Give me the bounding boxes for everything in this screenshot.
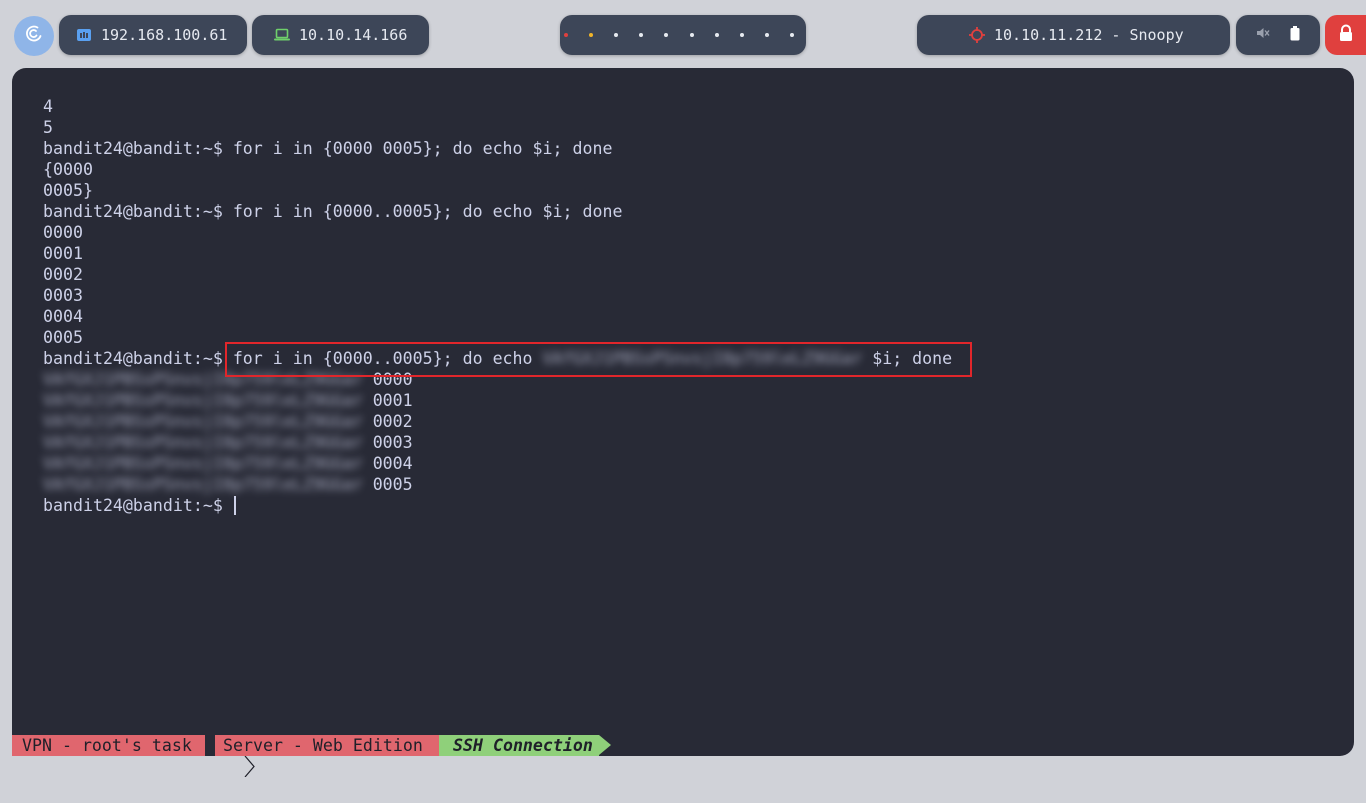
output-text: 0005} xyxy=(43,181,93,200)
target-label: 10.10.11.212 - Snoopy xyxy=(994,26,1184,44)
lock-icon xyxy=(1338,24,1354,46)
system-tray xyxy=(1236,15,1320,55)
highlight-box xyxy=(225,342,972,377)
terminal-output: 4 5 bandit24@bandit:~$ for i in {0000 0005… xyxy=(43,96,1334,516)
terminal-line: 0003 xyxy=(43,285,1334,306)
command-text: for i in {0000 0005}; do echo $i; done xyxy=(222,139,613,158)
output-text: 0003 xyxy=(362,433,413,452)
output-text: {0000 xyxy=(43,160,93,179)
terminal-line: VAfGXJ1PBSsPSnvsjI8p759leLZ9GGar 0002 xyxy=(43,411,1334,432)
ethernet-ip-widget[interactable]: 192.168.100.61 xyxy=(59,15,247,55)
battery-icon[interactable] xyxy=(1290,25,1300,45)
terminal-line: bandit24@bandit:~$ for i in {0000 0005};… xyxy=(43,138,1334,159)
redacted-password: VAfGXJ1PBSsPSnvsjI8p759leLZ9GGar xyxy=(43,391,363,410)
redacted-password: VAfGXJ1PBSsPSnvsjI8p759leLZ9GGar xyxy=(43,412,363,431)
terminal-line: 0005} xyxy=(43,180,1334,201)
output-text: 0001 xyxy=(43,244,83,263)
redacted-password: VAfGXJ1PBSsPSnvsjI8p759leLZ9GGar xyxy=(43,454,363,473)
workspace-dot-1[interactable] xyxy=(564,33,568,37)
prompt-text: bandit24@bandit:~$ xyxy=(43,139,223,158)
workspace-dot-7[interactable] xyxy=(714,33,719,37)
workspace-dot-4[interactable] xyxy=(639,33,644,37)
workspace-dot-5[interactable] xyxy=(664,33,669,37)
output-text: 4 xyxy=(43,97,53,116)
command-text xyxy=(223,496,233,515)
workspace-dot-6[interactable] xyxy=(689,33,694,37)
workspace-dot-2[interactable] xyxy=(589,33,594,37)
terminal-window[interactable]: 4 5 bandit24@bandit:~$ for i in {0000 0005… xyxy=(12,68,1354,756)
output-text: 0002 xyxy=(43,265,83,284)
output-text: 0004 xyxy=(362,454,413,473)
laptop-icon xyxy=(274,28,290,42)
terminal-line: bandit24@bandit:~$ for i in {0000..0005}… xyxy=(43,201,1334,222)
output-text: 0004 xyxy=(43,307,83,326)
prompt-text: bandit24@bandit:~$ xyxy=(43,496,223,515)
output-text: 0005 xyxy=(43,328,83,347)
ethernet-ip-label: 192.168.100.61 xyxy=(101,26,228,44)
terminal-line: VAfGXJ1PBSsPSnvsjI8p759leLZ9GGar 0001 xyxy=(43,390,1334,411)
output-text: 0001 xyxy=(362,391,413,410)
top-bar: 192.168.100.61 10.10.14.166 10.10.11.212… xyxy=(0,0,1366,66)
status-bar: VPN - root's task Server - Web Edition S… xyxy=(12,735,1354,778)
debian-swirl-icon xyxy=(22,22,46,50)
vpn-ip-widget[interactable]: 10.10.14.166 xyxy=(252,15,429,55)
terminal-line: bandit24@bandit:~$ xyxy=(43,495,1334,516)
terminal-line: 0004 xyxy=(43,306,1334,327)
workspace-dot-8[interactable] xyxy=(739,33,744,37)
terminal-line: 0002 xyxy=(43,264,1334,285)
status-arrow xyxy=(599,735,611,755)
output-text: 0002 xyxy=(362,412,413,431)
terminal-line: 5 xyxy=(43,117,1334,138)
ethernet-icon xyxy=(76,27,92,43)
status-segment-server: Server - Web Edition xyxy=(215,735,439,756)
terminal-line: VAfGXJ1PBSsPSnvsjI8p759leLZ9GGar 0005 xyxy=(43,474,1334,495)
terminal-line: 0000 xyxy=(43,222,1334,243)
output-text: 0003 xyxy=(43,286,83,305)
output-text: 0000 xyxy=(43,223,83,242)
command-text: for i in {0000..0005}; do echo $i; done xyxy=(222,202,623,221)
prompt-text: bandit24@bandit:~$ xyxy=(43,349,223,368)
prompt-text: bandit24@bandit:~$ xyxy=(43,202,223,221)
lock-button[interactable] xyxy=(1325,15,1366,55)
launcher-button[interactable] xyxy=(14,16,54,56)
terminal-line: VAfGXJ1PBSsPSnvsjI8p759leLZ9GGar 0004 xyxy=(43,453,1334,474)
status-segment-vpn: VPN - root's task xyxy=(12,735,205,756)
status-separator xyxy=(203,735,255,778)
status-segment-ssh: SSH Connection xyxy=(439,735,599,756)
output-text: 0005 xyxy=(362,475,413,494)
redacted-password: VAfGXJ1PBSsPSnvsjI8p759leLZ9GGar xyxy=(43,433,363,452)
vpn-ip-label: 10.10.14.166 xyxy=(299,26,408,44)
workspace-dot-9[interactable] xyxy=(764,33,769,37)
terminal-line: VAfGXJ1PBSsPSnvsjI8p759leLZ9GGar 0003 xyxy=(43,432,1334,453)
terminal-line: {0000 xyxy=(43,159,1334,180)
output-text: 5 xyxy=(43,118,53,137)
workspace-switcher[interactable] xyxy=(560,15,806,55)
terminal-line: 4 xyxy=(43,96,1334,117)
terminal-cursor xyxy=(233,496,236,515)
terminal-line: 0001 xyxy=(43,243,1334,264)
redacted-password: VAfGXJ1PBSsPSnvsjI8p759leLZ9GGar xyxy=(43,475,363,494)
workspace-dot-3[interactable] xyxy=(614,33,619,37)
target-widget[interactable]: 10.10.11.212 - Snoopy xyxy=(917,15,1230,55)
mute-icon[interactable] xyxy=(1256,26,1270,44)
workspace-dot-10[interactable] xyxy=(789,33,794,37)
crosshair-icon xyxy=(969,27,985,43)
